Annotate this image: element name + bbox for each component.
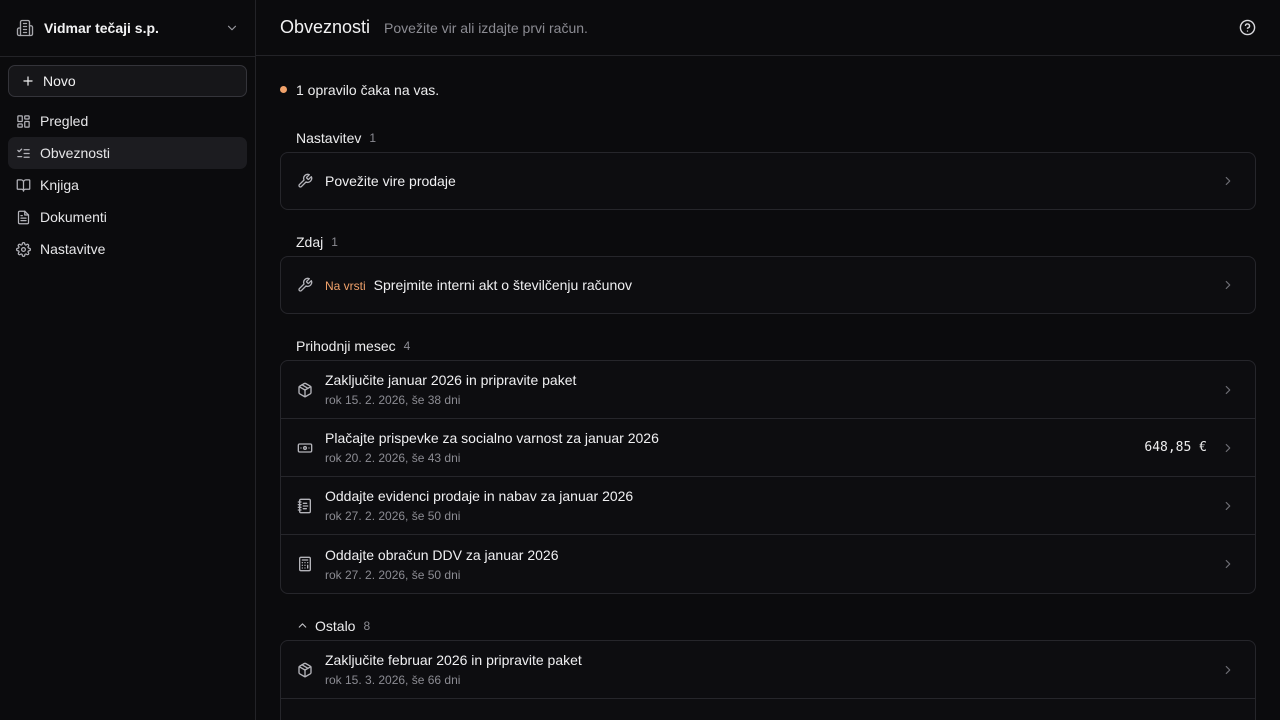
task-due: rok 27. 2. 2026, še 50 dni — [325, 509, 461, 523]
banknote-icon — [297, 440, 313, 456]
chevron-right-icon — [1221, 663, 1235, 677]
task-title: Zaključite januar 2026 in pripravite pak… — [325, 372, 577, 388]
task-title: Sprejmite interni akt o številčenju raču… — [373, 277, 633, 293]
pending-text: 1 opravilo čaka na vas. — [296, 81, 440, 98]
sidebar-item-label: Pregled — [40, 113, 89, 129]
gear-icon — [16, 241, 31, 257]
task-title: Zaključite februar 2026 in pripravite pa… — [325, 652, 582, 668]
sidebar-item-dokumenti[interactable]: Dokumenti — [8, 201, 247, 233]
plus-icon — [21, 74, 35, 88]
chevron-right-icon — [1221, 383, 1235, 397]
section-title: Nastavitev — [296, 129, 362, 146]
chevron-down-icon — [225, 21, 239, 35]
task-title: Plačajte prispevke za socialno varnost z… — [325, 430, 659, 446]
section-count: 4 — [403, 338, 411, 353]
task-row[interactable] — [281, 699, 1255, 720]
section-header-nastavitev: Nastavitev 1 — [280, 123, 1256, 152]
sidebar-item-label: Knjiga — [40, 177, 79, 193]
page-subtitle: Povežite vir ali izdajte prvi račun. — [384, 19, 588, 36]
task-title: Povežite vire prodaje — [325, 173, 456, 189]
task-amount: 648,85 € — [1144, 440, 1207, 455]
chevron-right-icon — [1221, 174, 1235, 188]
task-title: Oddajte evidenci prodaje in nabav za jan… — [325, 488, 634, 504]
building-icon — [16, 19, 34, 37]
task-due: rok 20. 2. 2026, še 43 dni — [325, 451, 461, 465]
section-card: Na vrsti Sprejmite interni akt o številče… — [280, 256, 1256, 314]
document-icon — [16, 210, 31, 225]
sidebar-nav: Pregled Obveznosti Knjiga Dokumenti Nast… — [0, 105, 255, 265]
sidebar-divider — [0, 56, 255, 57]
status-badge: Na vrsti — [325, 279, 366, 293]
sidebar-item-knjiga[interactable]: Knjiga — [8, 169, 247, 201]
package-icon — [297, 382, 313, 398]
task-row[interactable]: Povežite vire prodaje — [281, 153, 1255, 209]
section-title: Prihodnji mesec — [296, 337, 396, 354]
section-count: 1 — [331, 234, 338, 249]
chevron-right-icon — [1221, 499, 1235, 513]
sidebar-item-label: Dokumenti — [40, 209, 107, 225]
section-card: Povežite vire prodaje — [280, 152, 1256, 210]
calculator-icon — [297, 556, 313, 572]
task-row[interactable]: Zaključite januar 2026 in pripravite pak… — [281, 361, 1255, 419]
task-title: Oddajte obračun DDV za januar 2026 — [325, 546, 559, 563]
sidebar-item-label: Nastavitve — [40, 241, 106, 257]
main-content: 1 opravilo čaka na vas. Nastavitev 1 Pov… — [280, 56, 1256, 720]
pending-notice: 1 opravilo čaka na vas. — [280, 56, 1256, 123]
org-switcher[interactable]: Vidmar tečaji s.p. — [0, 0, 255, 56]
task-due: rok 15. 2. 2026, še 38 dni — [325, 393, 461, 407]
section-card: Zaključite januar 2026 in pripravite pak… — [280, 360, 1256, 594]
section-header-ostalo[interactable]: Ostalo 8 — [280, 611, 1256, 640]
task-row[interactable]: Plačajte prispevke za socialno varnost z… — [281, 419, 1255, 477]
chevron-right-icon — [1221, 441, 1235, 455]
section-count: 1 — [369, 130, 377, 145]
checklist-icon — [16, 146, 31, 161]
section-title: Zdaj — [296, 233, 324, 250]
grid-icon — [16, 114, 31, 129]
task-row[interactable]: Zaključite februar 2026 in pripravite pa… — [281, 641, 1255, 699]
task-row[interactable]: Oddajte obračun DDV za januar 2026 rok 2… — [281, 535, 1255, 593]
task-due: rok 15. 3. 2026, še 66 dni — [325, 673, 461, 687]
task-title-line: Na vrsti Sprejmite interni akt o številče… — [325, 277, 1221, 293]
section-count: 8 — [363, 618, 371, 633]
new-button-label: Novo — [43, 73, 76, 89]
status-dot — [280, 86, 287, 93]
page-header: Obveznosti Povežite vir ali izdajte prvi… — [256, 0, 1280, 56]
section-header-prihodnji-mesec: Prihodnji mesec 4 — [280, 331, 1256, 360]
help-icon[interactable] — [1239, 19, 1256, 36]
wrench-icon — [297, 173, 313, 189]
task-row[interactable]: Na vrsti Sprejmite interni akt o številče… — [281, 257, 1255, 313]
section-card: Zaključite februar 2026 in pripravite pa… — [280, 640, 1256, 720]
package-icon — [297, 662, 313, 678]
wrench-icon — [297, 277, 313, 293]
sidebar-item-pregled[interactable]: Pregled — [8, 105, 247, 137]
chevron-right-icon — [1221, 557, 1235, 571]
sidebar: Vidmar tečaji s.p. Novo Pregled Obveznos… — [0, 0, 256, 720]
new-button[interactable]: Novo — [8, 65, 247, 97]
sidebar-item-label: Obveznosti — [40, 145, 111, 161]
sidebar-item-obveznosti[interactable]: Obveznosti — [8, 137, 247, 169]
page-title: Obveznosti — [280, 17, 371, 37]
org-name: Vidmar tečaji s.p. — [44, 20, 159, 36]
task-row[interactable]: Oddajte evidenci prodaje in nabav za jan… — [281, 477, 1255, 535]
chevron-up-icon[interactable] — [296, 619, 309, 632]
section-title: Ostalo — [315, 617, 356, 634]
notebook-icon — [297, 498, 313, 514]
task-due: rok 27. 2. 2026, še 50 dni — [325, 567, 461, 582]
sidebar-item-nastavitve[interactable]: Nastavitve — [8, 233, 247, 265]
section-header-zdaj: Zdaj 1 — [280, 227, 1256, 256]
book-icon — [16, 178, 31, 193]
chevron-right-icon — [1221, 278, 1235, 292]
